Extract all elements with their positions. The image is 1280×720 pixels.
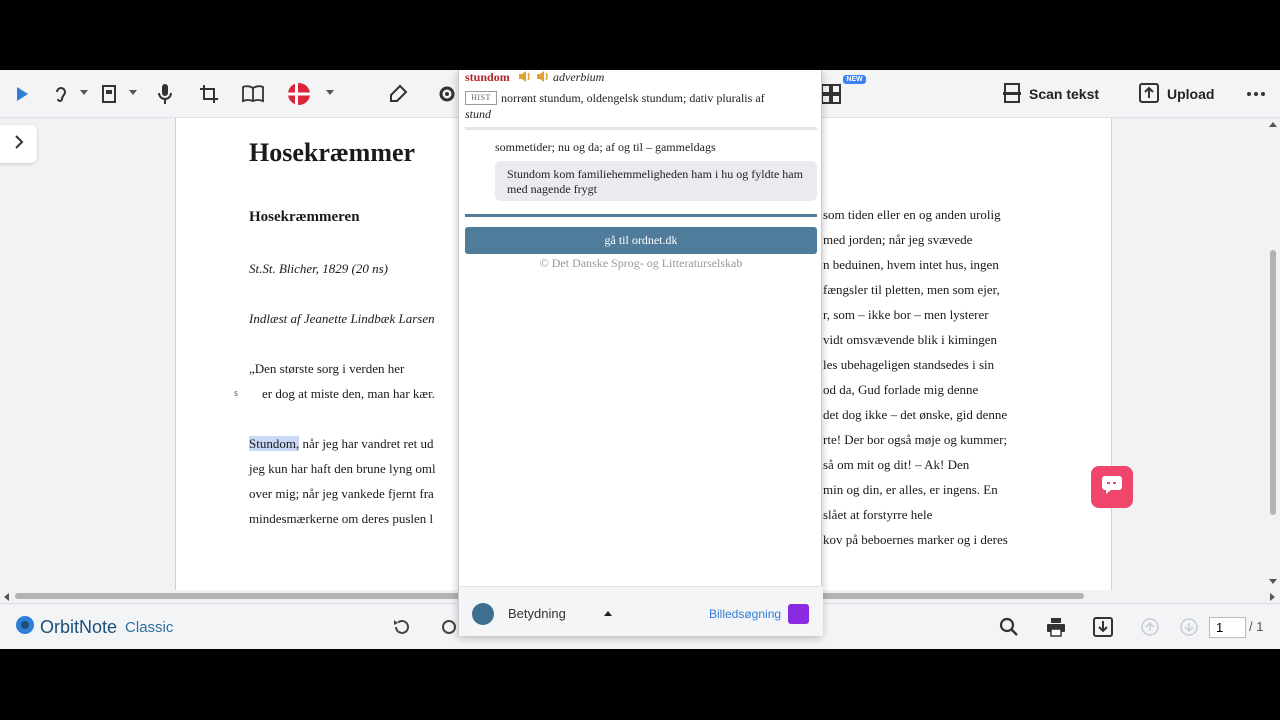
scan-icon <box>1003 82 1021 106</box>
paragraph-line-4: mindesmærkerne om deres puslen l <box>249 511 434 526</box>
example-sentence: Stundom kom familiehemmeligheden ham i h… <box>495 161 817 201</box>
chat-icon <box>1101 475 1123 500</box>
danish-flag-icon[interactable] <box>287 82 311 106</box>
rotate-icon[interactable] <box>390 615 414 639</box>
chevron-up-icon[interactable] <box>604 611 612 616</box>
grid-icon[interactable] <box>819 82 843 106</box>
speech-ear-icon[interactable] <box>49 82 73 106</box>
search-icon[interactable] <box>997 615 1021 639</box>
author-line: St.St. Blicher, 1829 (20 ns) <box>249 261 389 276</box>
scroll-right-icon[interactable] <box>1270 593 1275 601</box>
paragraph-line-3: over mig; når jeg vankede fjernt fra <box>249 486 434 501</box>
next-page-icon[interactable] <box>1177 615 1201 639</box>
right-line-14: kov på beboernes marker og i deres <box>823 532 1008 547</box>
book-icon[interactable] <box>241 82 265 106</box>
right-line-8: od da, Gud forlade mig denne <box>823 382 979 397</box>
reading-mode-caret-icon[interactable] <box>129 90 137 95</box>
right-line-10: rte! Der bor også møje og kummer; <box>823 432 1008 447</box>
image-search-link[interactable]: Billedsøgning <box>709 607 781 621</box>
app-window: NEW Scan tekst Upload Hosekræmmer Hosekr… <box>0 70 1280 649</box>
right-line-12: min og din, er alles, er ingens. En <box>823 482 998 497</box>
mode-select[interactable]: Betydning <box>508 606 566 621</box>
crop-icon[interactable] <box>197 82 221 106</box>
scan-text-label: Scan tekst <box>1029 86 1100 102</box>
download-icon[interactable] <box>1091 615 1115 639</box>
headword: stundom <box>465 70 510 84</box>
etymology-line-1: norrønt stundum, oldengelsk stundum; dat… <box>501 91 765 105</box>
reading-mode-icon[interactable] <box>98 82 122 106</box>
reader-line: Indlæst af Jeanette Lindbæk Larsen <box>249 311 435 326</box>
speaker-icon[interactable] <box>518 70 532 83</box>
quote-marker: s <box>234 388 238 399</box>
go-to-ordnet-button[interactable]: gå til ordnet.dk <box>465 227 817 254</box>
orbitnote-logo-icon <box>14 614 36 641</box>
quote-line-2: er dog at miste den, man har kær. <box>262 386 435 401</box>
right-line-11: så om mit og dit! – Ak! Den <box>823 457 970 472</box>
paragraph-line-1-text: når jeg har vandret ret ud <box>299 436 434 451</box>
right-line-13: slået at forstyrre hele <box>823 507 933 522</box>
language-caret-icon[interactable] <box>326 90 334 95</box>
print-icon[interactable] <box>1044 615 1068 639</box>
document-title: Hosekræmmer <box>249 138 416 167</box>
divider <box>465 214 817 217</box>
meaning-text: sommetider; nu og da; af og til – gammel… <box>495 140 716 154</box>
word-class: adverbium <box>553 70 605 84</box>
vertical-scroll-thumb[interactable] <box>1270 250 1276 515</box>
right-line-3: n beduinen, hvem intet hus, ingen <box>823 257 999 272</box>
copyright-text: © Det Danske Sprog- og Litteraturselskab <box>539 256 743 270</box>
brand-edition: Classic <box>125 619 174 636</box>
new-badge: NEW <box>843 75 866 84</box>
right-line-1: som tiden eller en og anden urolig <box>823 207 1001 222</box>
upload-icon <box>1139 82 1159 106</box>
speaker-icon[interactable] <box>536 70 550 83</box>
divider <box>465 127 817 130</box>
sidebar-toggle-button[interactable] <box>0 125 37 163</box>
right-line-4: fængsler til pletten, men som ejer, <box>823 282 1000 297</box>
play-icon[interactable] <box>10 82 34 106</box>
speech-caret-icon[interactable] <box>80 90 88 95</box>
brand-logo: OrbitNote Classic <box>14 614 173 641</box>
right-line-6: vidt omsvævende blik i kimingen <box>823 332 998 347</box>
right-line-2: med jorden; når jeg svævede <box>823 232 973 247</box>
page-total: / 1 <box>1249 619 1264 634</box>
scan-text-button[interactable]: Scan tekst <box>1003 82 1099 106</box>
hist-badge: HIST <box>465 91 497 105</box>
image-search-icon[interactable] <box>788 604 809 624</box>
highlighted-word[interactable]: Stundom, <box>249 436 300 451</box>
scroll-up-icon[interactable] <box>1269 122 1277 127</box>
etymology-line-2: stund <box>465 107 492 121</box>
right-line-7: les ubehageligen standsedes i sin <box>823 357 995 372</box>
brand-name: OrbitNote <box>40 617 118 637</box>
quote-line-1: „Den største sorg i verden her <box>249 361 405 376</box>
microphone-icon[interactable] <box>153 82 177 106</box>
scroll-left-icon[interactable] <box>4 593 9 601</box>
upload-label: Upload <box>1167 86 1215 102</box>
more-icon[interactable] <box>1244 82 1268 106</box>
right-line-5: r, som – ikke bor – men lysterer <box>823 307 989 322</box>
popup-footer: Betydning Billedsøgning <box>459 586 823 636</box>
paragraph-line-1: Stundom, når jeg har vandret ret ud <box>249 436 434 452</box>
chevron-right-icon <box>14 134 24 154</box>
previous-page-icon[interactable] <box>1138 615 1162 639</box>
page-number-input[interactable]: 1 <box>1209 617 1246 638</box>
settings-icon[interactable] <box>435 82 459 106</box>
dictionary-globe-icon <box>472 603 494 625</box>
highlighter-icon[interactable] <box>386 82 410 106</box>
upload-button[interactable]: Upload <box>1139 82 1214 106</box>
document-subtitle: Hosekræmmeren <box>249 209 360 225</box>
right-line-9: det dog ikke – det ønske, gid denne <box>823 407 1008 422</box>
vertical-scrollbar[interactable] <box>1266 118 1280 590</box>
paragraph-line-2: jeg kun har haft den brune lyng oml <box>249 461 436 476</box>
chat-button[interactable] <box>1091 466 1133 508</box>
dictionary-popup: stundom adverbium HIST norrønt stundum, … <box>458 70 823 636</box>
scroll-down-icon[interactable] <box>1269 579 1277 584</box>
